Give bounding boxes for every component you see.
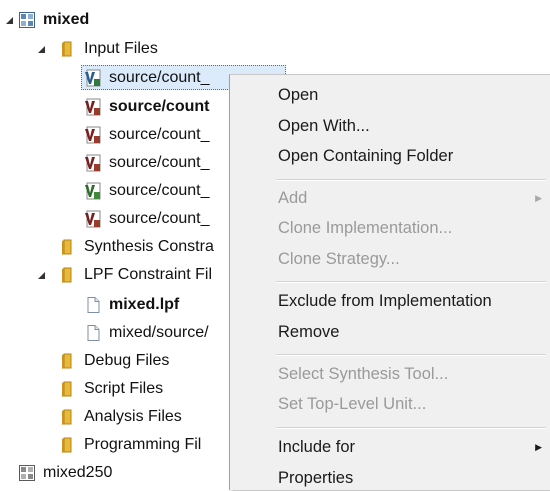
tree-item-lpf-file[interactable]: mixed.lpf xyxy=(84,292,179,318)
tree-item-label: source/count_ xyxy=(109,182,210,199)
menu-separator xyxy=(276,354,546,356)
tree-item-label: source/count_ xyxy=(109,126,210,143)
submenu-arrow-icon: ▶ xyxy=(535,442,542,452)
tree-item-programming-files[interactable]: Programming Fil xyxy=(59,432,201,458)
tree-item-source-file[interactable]: source/count_ xyxy=(84,150,210,176)
tree-item-label: mixed/source/ xyxy=(109,324,209,341)
tree-item-label: source/count_ xyxy=(109,154,210,171)
menu-item-label: Include for xyxy=(278,438,356,456)
tree-item-label: Debug Files xyxy=(84,352,170,369)
menu-item-clone-implementation[interactable]: Clone Implementation... xyxy=(278,215,542,241)
tree-item-label: Script Files xyxy=(84,380,164,397)
verilog-file-icon xyxy=(84,154,102,172)
tree-item-label: Synthesis Constra xyxy=(84,238,214,255)
tree-item-label: source/count_ xyxy=(109,68,210,86)
verilog-file-icon xyxy=(84,210,102,228)
tree-item-script-files[interactable]: Script Files xyxy=(59,376,163,402)
tree-item-label: mixed250 xyxy=(43,464,113,481)
menu-item-remove[interactable]: Remove xyxy=(278,319,542,345)
menu-item-open[interactable]: Open xyxy=(278,82,542,108)
vhdl-file-icon xyxy=(84,69,102,87)
tree-item-label: source/count_ xyxy=(109,210,210,227)
tree-item-source-file[interactable]: source/count xyxy=(84,94,209,120)
verilog-file-icon xyxy=(84,126,102,144)
tree-item-analysis-files[interactable]: Analysis Files xyxy=(59,404,182,430)
expanded-triangle-icon[interactable] xyxy=(36,44,46,54)
project-icon xyxy=(18,464,36,482)
folder-icon xyxy=(59,266,77,284)
tree-item-lpf-constraint[interactable]: LPF Constraint Fil xyxy=(59,262,212,288)
tree-item-source-file[interactable]: source/count_ xyxy=(84,206,210,232)
tree-item-mixed[interactable]: mixed xyxy=(18,7,89,33)
folder-icon xyxy=(59,380,77,398)
menu-item-set-top-level-unit[interactable]: Set Top-Level Unit... xyxy=(278,391,542,417)
menu-item-properties[interactable]: Properties xyxy=(278,465,542,491)
tree-item-synthesis-constraint[interactable]: Synthesis Constra xyxy=(59,234,214,260)
menu-item-add[interactable]: Add ▶ xyxy=(278,185,542,211)
document-icon xyxy=(84,296,102,314)
context-menu: Open Open With... Open Containing Folder… xyxy=(229,74,550,490)
folder-icon xyxy=(59,238,77,256)
tree-item-debug-files[interactable]: Debug Files xyxy=(59,348,169,374)
tree-item-label: source/count xyxy=(109,98,210,115)
tree-item-label: Input Files xyxy=(84,40,158,57)
tree-item-input-files[interactable]: Input Files xyxy=(59,36,158,62)
folder-icon xyxy=(59,436,77,454)
menu-item-include-for[interactable]: Include for ▶ xyxy=(278,434,542,460)
expanded-triangle-icon[interactable] xyxy=(36,270,46,280)
menu-item-open-containing-folder[interactable]: Open Containing Folder xyxy=(278,143,542,169)
tree-item-lpf-file[interactable]: mixed/source/ xyxy=(84,320,209,346)
verilog-file-icon xyxy=(84,98,102,116)
tree-item-source-file[interactable]: source/count_ xyxy=(84,122,210,148)
vhdl-file-icon xyxy=(84,182,102,200)
expanded-triangle-icon[interactable] xyxy=(4,15,14,25)
submenu-arrow-icon: ▶ xyxy=(535,193,542,203)
tree-item-label: Analysis Files xyxy=(84,408,182,425)
folder-icon xyxy=(59,40,77,58)
menu-separator xyxy=(276,427,546,429)
tree-item-label: LPF Constraint Fil xyxy=(84,266,213,283)
menu-item-open-with[interactable]: Open With... xyxy=(278,113,542,139)
menu-item-exclude-from-implementation[interactable]: Exclude from Implementation xyxy=(278,288,542,314)
folder-icon xyxy=(59,408,77,426)
menu-separator xyxy=(276,281,546,283)
menu-item-clone-strategy[interactable]: Clone Strategy... xyxy=(278,246,542,272)
tree-item-label: mixed.lpf xyxy=(109,296,180,313)
project-icon xyxy=(18,11,36,29)
menu-separator xyxy=(276,179,546,181)
document-icon xyxy=(84,324,102,342)
folder-icon xyxy=(59,352,77,370)
menu-icon-gutter xyxy=(230,75,276,490)
tree-item-source-file[interactable]: source/count_ xyxy=(84,178,210,204)
menu-item-label: Add xyxy=(278,189,308,207)
tree-item-label: mixed xyxy=(43,11,90,28)
tree-item-label: Programming Fil xyxy=(84,436,202,453)
menu-item-select-synthesis-tool[interactable]: Select Synthesis Tool... xyxy=(278,361,542,387)
tree-item-mixed250[interactable]: mixed250 xyxy=(18,460,112,486)
